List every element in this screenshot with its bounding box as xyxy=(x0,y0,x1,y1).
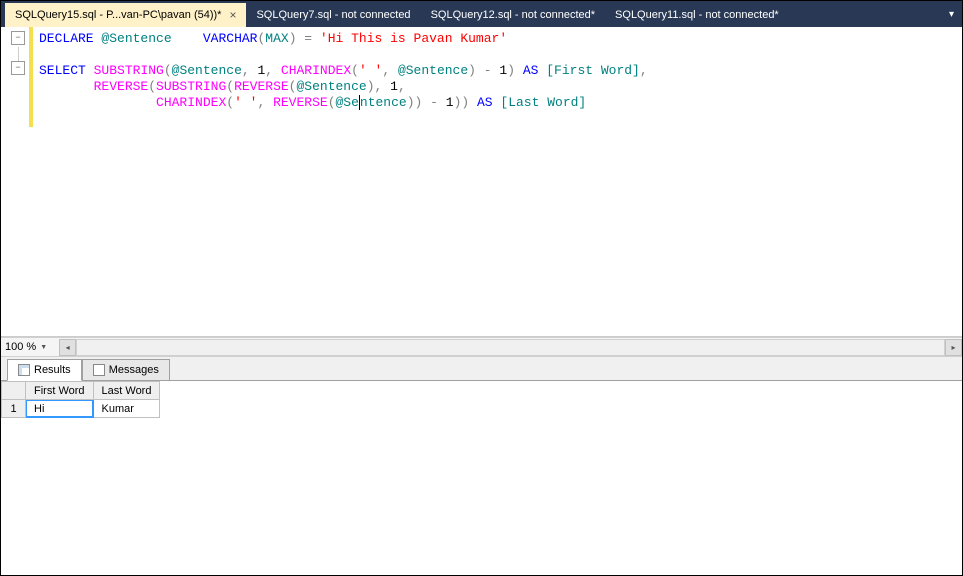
editor-status-bar: 100 % ▼ ◂ ▸ xyxy=(1,337,962,357)
close-icon[interactable]: × xyxy=(229,8,236,22)
editor-gutter: − − xyxy=(1,27,29,336)
results-pane[interactable]: First Word Last Word 1 Hi Kumar xyxy=(1,381,962,575)
cell[interactable]: Hi xyxy=(26,400,94,418)
tab-sqlquery15[interactable]: SQLQuery15.sql - P...van-PC\pavan (54))*… xyxy=(5,3,246,27)
tab-label: SQLQuery15.sql - P...van-PC\pavan (54))* xyxy=(15,9,221,21)
tab-messages-label: Messages xyxy=(109,364,159,376)
tab-sqlquery7[interactable]: SQLQuery7.sql - not connected xyxy=(246,3,420,27)
scrollbar-track[interactable] xyxy=(76,339,945,356)
cell[interactable]: Kumar xyxy=(93,400,160,418)
column-header[interactable]: First Word xyxy=(26,382,94,400)
code-area[interactable]: DECLARE @Sentence VARCHAR(MAX) = 'Hi Thi… xyxy=(33,27,962,336)
header-row: First Word Last Word xyxy=(2,382,160,400)
tab-results-label: Results xyxy=(34,364,71,376)
tab-label: SQLQuery12.sql - not connected* xyxy=(431,9,595,21)
document-tabs: SQLQuery15.sql - P...van-PC\pavan (54))*… xyxy=(1,1,962,27)
tab-label: SQLQuery7.sql - not connected xyxy=(256,9,410,21)
results-grid[interactable]: First Word Last Word 1 Hi Kumar xyxy=(1,381,160,418)
table-row[interactable]: 1 Hi Kumar xyxy=(2,400,160,418)
tab-label: SQLQuery11.sql - not connected* xyxy=(615,9,779,21)
fold-toggle-icon[interactable]: − xyxy=(11,31,25,45)
tab-messages[interactable]: Messages xyxy=(82,359,170,381)
zoom-dropdown[interactable]: 100 % ▼ xyxy=(5,341,47,353)
messages-icon xyxy=(93,364,105,376)
zoom-value: 100 % xyxy=(5,341,36,353)
horizontal-scrollbar[interactable]: ◂ ▸ xyxy=(59,339,962,356)
tab-overflow-button[interactable]: ▾ xyxy=(941,9,962,20)
fold-toggle-icon[interactable]: − xyxy=(11,61,25,75)
sql-editor[interactable]: − − DECLARE @Sentence VARCHAR(MAX) = 'Hi… xyxy=(1,27,962,337)
chevron-down-icon: ▼ xyxy=(40,344,47,351)
tab-sqlquery12[interactable]: SQLQuery12.sql - not connected* xyxy=(421,3,605,27)
column-header[interactable]: Last Word xyxy=(93,382,160,400)
corner-cell[interactable] xyxy=(2,382,26,400)
scroll-left-icon[interactable]: ◂ xyxy=(59,339,76,356)
tab-sqlquery11[interactable]: SQLQuery11.sql - not connected* xyxy=(605,3,789,27)
scroll-right-icon[interactable]: ▸ xyxy=(945,339,962,356)
tab-results[interactable]: Results xyxy=(7,359,82,381)
grid-icon xyxy=(18,364,30,376)
results-panel-tabs: Results Messages xyxy=(1,357,962,381)
row-number[interactable]: 1 xyxy=(2,400,26,418)
